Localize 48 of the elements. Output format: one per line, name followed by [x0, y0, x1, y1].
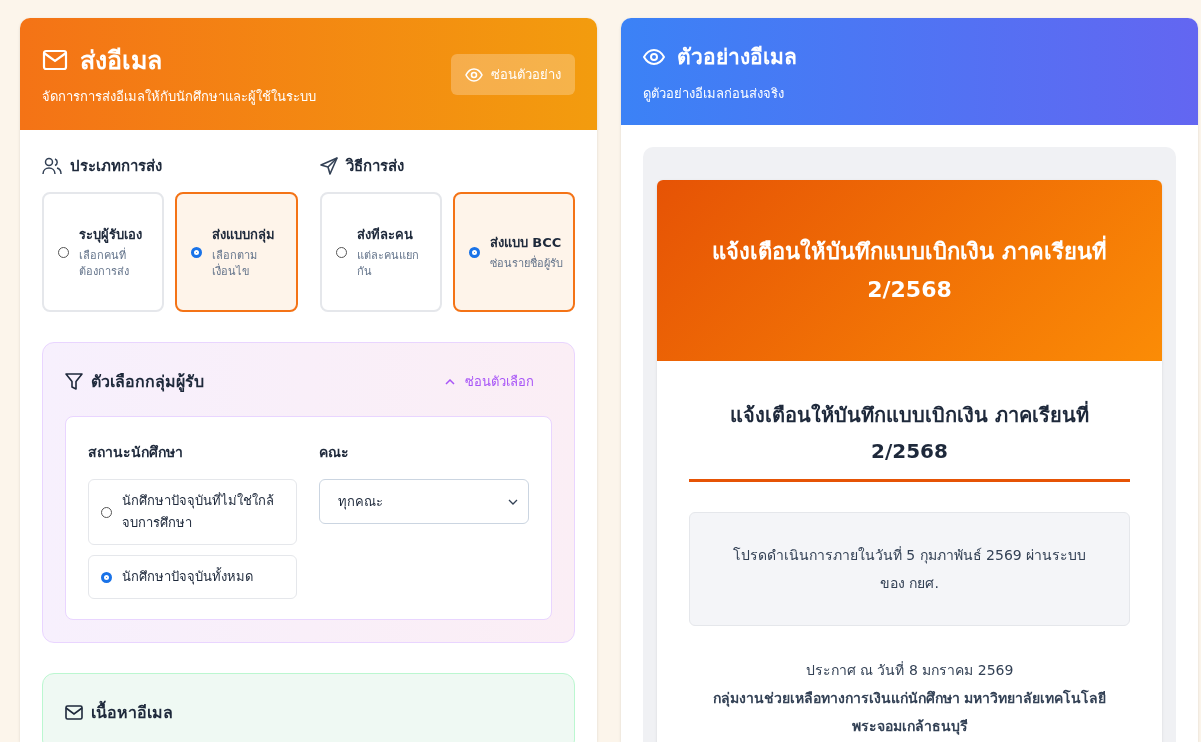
radio-button[interactable]	[101, 506, 112, 518]
preview-subtitle: ดูตัวอย่างอีเมลก่อนส่งจริง	[643, 85, 785, 104]
radio-button[interactable]	[335, 246, 347, 258]
eye-icon	[643, 48, 665, 65]
chevron-down-icon	[508, 498, 518, 505]
radio-button[interactable]	[191, 246, 203, 258]
chevron-icon	[445, 378, 455, 385]
email-heading: แจ้งเตือนให้บันทึกแบบเบิกเงิน ภาคเรียนที่ 2/2568	[729, 400, 1090, 465]
section-label: ประเภทการส่ง	[70, 156, 162, 177]
filter-icon	[65, 372, 83, 391]
filter-title: ตัวเลือกกลุ่มผู้รับ	[91, 371, 204, 394]
section-label: วิธีการส่ง	[345, 156, 404, 177]
notice-text: โปรดดำเนินการภายในวันที่ 5 กุมภาพันธ์ 2569 ผ่านระบบของ กยศ.	[732, 547, 1087, 591]
compose-subtitle: จัดการการส่งอีเมลให้กับนักศึกษาและผู้ใช้ในระบบ	[42, 88, 316, 107]
field-label: คณะ	[319, 443, 350, 462]
banner-title: แจ้งเตือนให้บันทึกแบบเบิกเงิน ภาคเรียนที่ 2/2568	[687, 233, 1132, 308]
option-description: เลือกคนที่ต้องการส่ง	[79, 248, 130, 280]
option-card[interactable]: ส่งทีละคน แต่ละคนแยกกัน	[319, 192, 442, 312]
option-description: ซ่อนรายชื่อผู้รับ	[489, 256, 563, 272]
option-description: เลือกตามเงื่อนไข	[212, 248, 259, 280]
compose-title: ส่งอีเมล	[80, 45, 162, 77]
option-title: ระบุผู้รับเอง	[79, 225, 143, 245]
option-card[interactable]: ส่งแบบ BCC ซ่อนรายชื่อผู้รับ	[452, 192, 575, 312]
status-option[interactable]: นักศึกษาปัจจุบันที่ไม่ใช่ใกล้จบการศึกษา	[88, 479, 297, 546]
field-label: สถานะนักศึกษา	[88, 443, 184, 462]
content-title: เนื้อหาอีเมล	[91, 700, 173, 726]
envelope-icon	[65, 705, 83, 721]
radio-button[interactable]	[58, 246, 69, 258]
option-title: ส่งแบบกลุ่ม	[212, 225, 277, 245]
option-card[interactable]: ระบุผู้รับเอง เลือกคนที่ต้องการส่ง	[42, 192, 165, 312]
option-label: นักศึกษาปัจจุบันทั้งหมด	[122, 566, 253, 587]
option-label: นักศึกษาปัจจุบันที่ไม่ใช่ใกล้จบการศึกษา	[122, 491, 275, 533]
faculty-select[interactable]: ทุกคณะ	[319, 479, 529, 524]
option-description: แต่ละคนแยกกัน	[356, 248, 420, 280]
send-icon	[319, 157, 338, 175]
envelope-icon	[42, 49, 68, 71]
option-title: ส่งทีละคน	[356, 225, 414, 244]
radio-button[interactable]	[101, 571, 112, 583]
preview-title: ตัวอย่างอีเมล	[677, 44, 797, 71]
option-title: ส่งแบบ BCC	[489, 233, 563, 252]
option-card[interactable]: ส่งแบบกลุ่ม เลือกตามเงื่อนไข	[175, 192, 298, 312]
hide-options-link[interactable]: ซ่อนตัวเลือก	[439, 370, 540, 393]
status-option[interactable]: นักศึกษาปัจจุบันทั้งหมด	[88, 555, 297, 600]
eye-icon	[465, 67, 483, 82]
organization-name: กลุ่มงานช่วยเหลือทางการเงินแก่นักศึกษา มหาวิทยาลัยเทคโนโลยีพระจอมเกล้าธนบุรี	[711, 688, 1108, 737]
users-icon	[42, 157, 62, 175]
radio-button[interactable]	[468, 246, 480, 258]
announcement-date: ประกาศ ณ วันที่ 8 มกราคม 2569	[805, 660, 1014, 680]
